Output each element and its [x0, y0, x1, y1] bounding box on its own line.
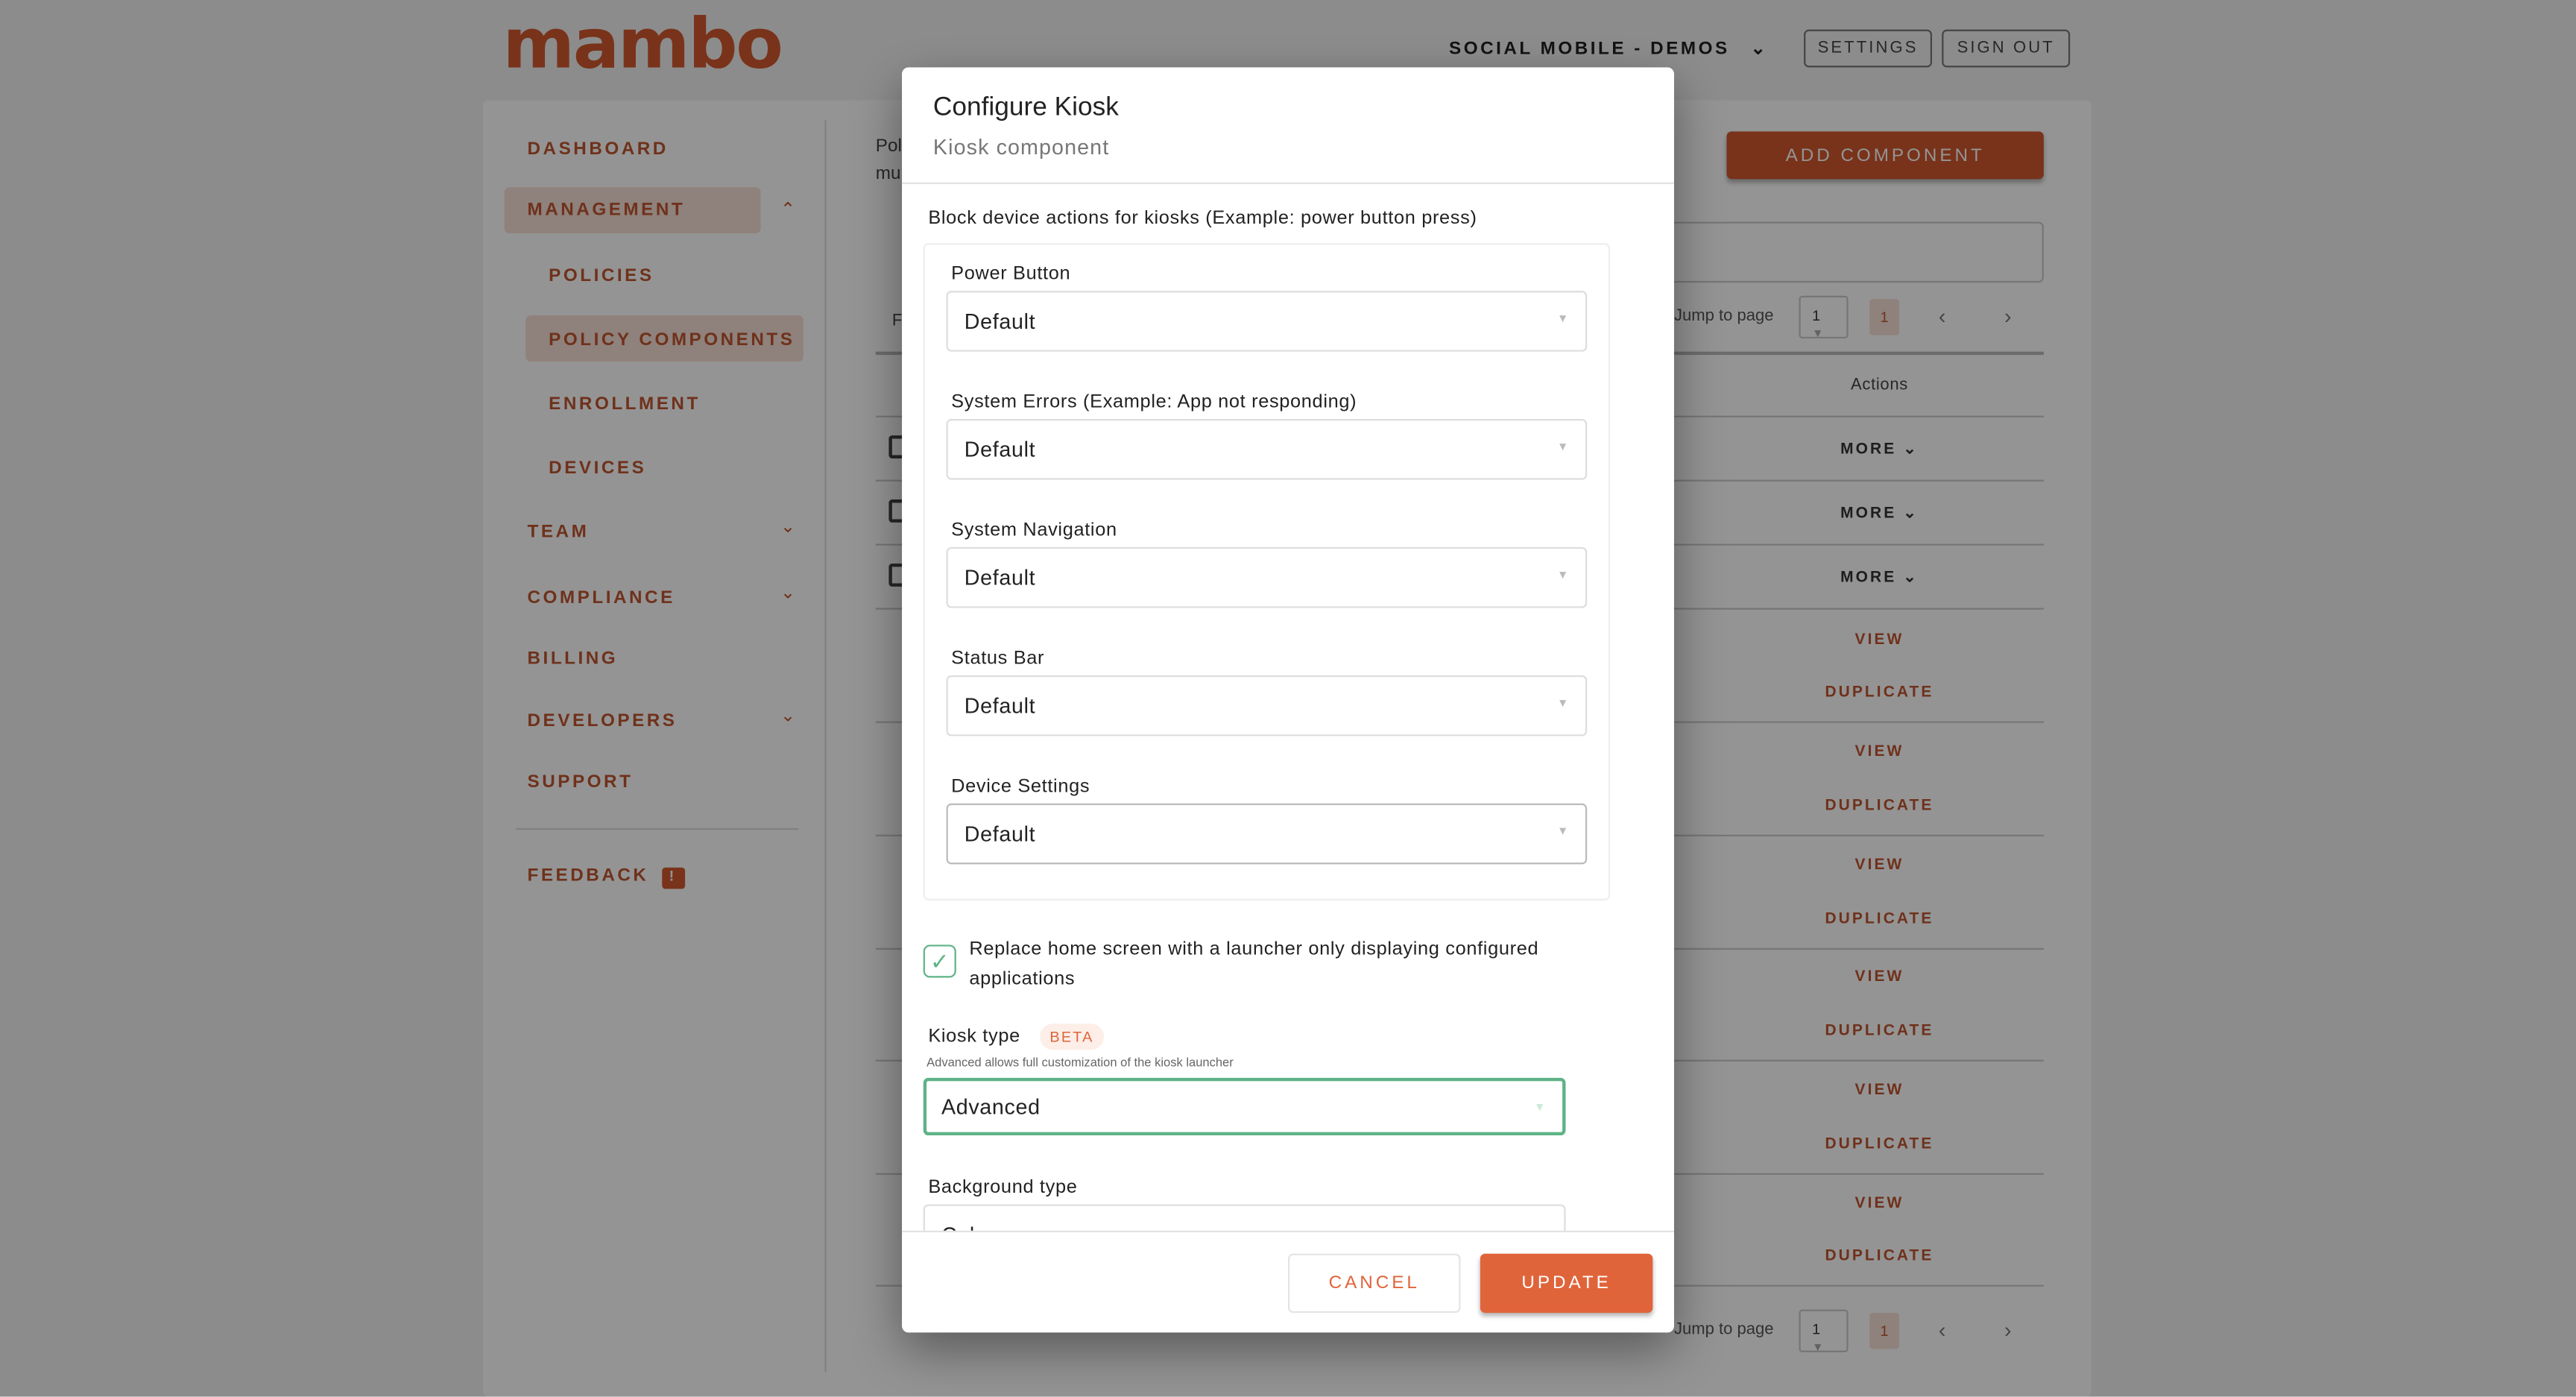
beta-badge: BETA: [1040, 1024, 1104, 1050]
caret-down-icon: ▼: [1556, 570, 1569, 582]
check-icon: ✓: [929, 947, 950, 975]
field-select[interactable]: Default ▼: [946, 291, 1588, 352]
update-button[interactable]: UPDATE: [1480, 1253, 1653, 1314]
modal-subtitle: Kiosk component: [932, 134, 1110, 160]
modal-header-divider: [902, 182, 1674, 184]
field-select-value: Default: [964, 693, 1036, 719]
background-type-select[interactable]: Color: [923, 1204, 1566, 1231]
launcher-checkbox[interactable]: ✓: [923, 945, 956, 978]
field-label: System Navigation: [951, 520, 1117, 541]
field-select-value: Default: [964, 437, 1036, 462]
field-label: Power Button: [951, 264, 1071, 285]
field-select[interactable]: Default ▼: [946, 546, 1588, 608]
field-select[interactable]: Default ▼: [946, 803, 1588, 865]
configure-kiosk-modal: Configure Kiosk Kiosk component Block de…: [902, 67, 1674, 1333]
caret-down-icon: ▼: [1534, 1102, 1547, 1114]
field-label: System Errors (Example: App not respondi…: [951, 392, 1357, 413]
caret-down-icon: ▼: [1556, 826, 1569, 839]
field-select-value: Default: [964, 565, 1036, 590]
field-select-value: Default: [964, 309, 1036, 334]
modal-title: Configure Kiosk: [932, 93, 1119, 122]
field-label: Status Bar: [951, 649, 1045, 669]
caret-down-icon: ▼: [1556, 698, 1569, 710]
caret-down-icon: ▼: [1556, 313, 1569, 326]
modal-footer-divider: [902, 1230, 1674, 1233]
background-type-label: Background type: [928, 1178, 1078, 1198]
background-type-clip: Color: [902, 1204, 1674, 1231]
field-select-value: Default: [964, 822, 1036, 847]
field-select[interactable]: Default ▼: [946, 419, 1588, 480]
cancel-button[interactable]: CANCEL: [1288, 1253, 1461, 1314]
background-type-value: Color: [941, 1223, 995, 1231]
caret-down-icon: ▼: [1556, 441, 1569, 454]
block-actions-label: Block device actions for kiosks (Example…: [928, 208, 1477, 229]
launcher-checkbox-label[interactable]: Replace home screen with a launcher only…: [969, 935, 1610, 994]
kiosk-type-value: Advanced: [941, 1094, 1041, 1119]
field-label: Device Settings: [951, 777, 1090, 797]
kiosk-type-select[interactable]: Advanced ▼: [923, 1077, 1566, 1136]
kiosk-type-helper: Advanced allows full customization of th…: [926, 1055, 1234, 1070]
field-select[interactable]: Default ▼: [946, 675, 1588, 737]
kiosk-type-label: Kiosk type: [928, 1027, 1020, 1047]
